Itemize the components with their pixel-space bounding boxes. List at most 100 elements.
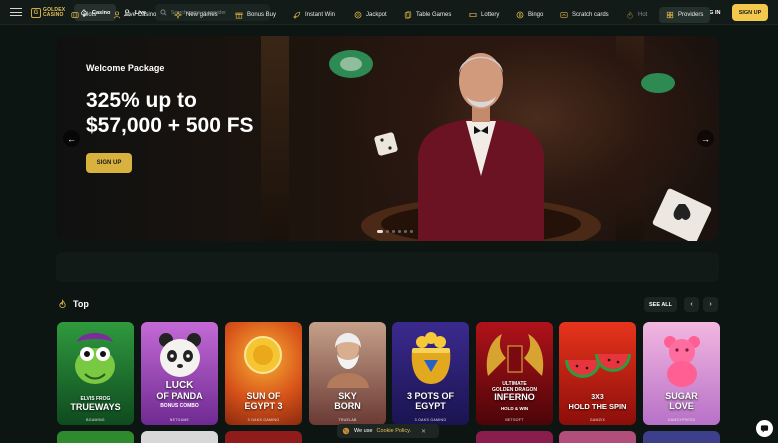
logo-mark-icon: G (31, 7, 41, 18)
game-card-peek[interactable] (559, 431, 636, 443)
category-lottery[interactable]: Lottery (469, 7, 499, 23)
category-lottery-label: Lottery (481, 12, 500, 18)
game-card[interactable]: SUGAR LOVE GAMEXPRESS (643, 322, 720, 425)
game-card[interactable]: 3 POTS OF EGYPT 3 OAKS GAMING (392, 322, 469, 425)
category-providers[interactable]: Providers (659, 7, 711, 23)
game-card-peek[interactable] (141, 431, 218, 443)
category-hot-label: Hot (638, 12, 648, 18)
new-icon (174, 11, 182, 19)
hero-banner[interactable]: Welcome Package 325% up to $57,000 + 500… (56, 36, 719, 241)
pagination-dot[interactable] (386, 230, 389, 233)
game-card[interactable]: LUCK OF PANDA BONUS COMBO NETGAME (141, 322, 218, 425)
category-new-games[interactable]: New games (174, 7, 218, 23)
hero-prev-arrow-icon[interactable]: ← (63, 130, 80, 147)
hero-welcome-text: Welcome Package (86, 63, 165, 73)
cookie-text: We use (354, 428, 373, 434)
coin-icon (354, 11, 362, 19)
logo[interactable]: G GOLDEX CASINO (31, 6, 65, 19)
watermelon-illustration (565, 354, 631, 378)
close-icon[interactable]: ✕ (421, 428, 426, 435)
dealer-icon (113, 11, 121, 19)
pagination-dot[interactable] (392, 230, 395, 233)
category-slots[interactable]: Slots (71, 7, 96, 23)
game-title-line3: INFERNO (494, 392, 535, 402)
game-card-peek[interactable] (225, 431, 302, 443)
bingo-icon (516, 11, 524, 19)
poker-chip (641, 73, 675, 93)
game-title-line2: LOVE (669, 401, 694, 411)
chevron-left-icon[interactable]: ‹ (684, 297, 699, 312)
pagination-dot[interactable] (398, 230, 401, 233)
category-jackpot[interactable]: Jackpot (354, 7, 387, 23)
game-title-line2: TRUEWAYS (70, 402, 121, 412)
game-studio: 3 OAKS GAMING (414, 418, 447, 422)
frog-illustration (75, 333, 115, 384)
game-card[interactable]: SUN OF EGYPT 3 3 OAKS GAMING (225, 322, 302, 425)
game-card[interactable]: SKY BORN TRUELAB (309, 322, 386, 425)
game-title-line3: BONUS COMBO (160, 403, 199, 409)
category-new-games-label: New games (186, 12, 218, 18)
game-title-line2: EGYPT 3 (244, 401, 283, 411)
hero-next-arrow-icon[interactable]: → (697, 130, 714, 147)
game-title-line2: OF PANDA (156, 391, 203, 401)
logo-text: GOLDEX CASINO (43, 7, 65, 18)
pot-of-gold-illustration (411, 332, 451, 384)
category-scratch-cards[interactable]: Scratch cards (560, 7, 609, 23)
game-card[interactable]: 3X3 HOLD THE SPIN GAMZIX (559, 322, 636, 425)
category-jackpot-label: Jackpot (366, 12, 387, 18)
game-title-line1: 3 POTS OF (406, 391, 454, 401)
dragon-illustration (486, 334, 544, 376)
slot-icon (71, 12, 79, 18)
game-title-line4: HOLD & WIN (500, 406, 529, 411)
search-icon (160, 9, 167, 16)
game-card-peek[interactable] (57, 431, 134, 443)
cookie-policy-link[interactable]: Cookie Policy. (377, 428, 411, 434)
game-card-peek[interactable] (476, 431, 553, 443)
game-studio: GAMZIX (589, 418, 606, 422)
rocket-icon (293, 11, 301, 19)
see-all-button[interactable]: SEE ALL (644, 297, 677, 312)
game-title-line1: SKY (338, 391, 357, 401)
game-studio: GAMEXPRESS (667, 418, 696, 422)
hero-headline: 325% up to $57,000 + 500 FS (86, 88, 346, 138)
hamburger-menu-icon[interactable] (9, 6, 23, 18)
category-providers-label: Providers (678, 12, 704, 18)
chevron-right-icon[interactable]: › (703, 297, 718, 312)
logo-text-line2: CASINO (43, 11, 64, 18)
game-studio: 3 OAKS GAMING (247, 418, 280, 422)
game-card[interactable]: ULTIMATE GOLDEN DRAGON INFERNO HOLD & WI… (476, 322, 553, 425)
pagination-dot[interactable] (377, 230, 383, 233)
grid-icon (666, 11, 674, 19)
game-card[interactable]: ELVIS FROG TRUEWAYS BGAMING (57, 322, 134, 425)
hero-illustration (329, 50, 712, 241)
category-table-games-label: Table Games (416, 12, 452, 18)
category-hot[interactable]: Hot (626, 7, 647, 23)
game-title-line1: LUCK (165, 380, 194, 391)
category-slots-label: Slots (83, 12, 97, 18)
cookie-icon (342, 427, 350, 435)
category-live-casino[interactable]: Live Casino (113, 7, 156, 23)
game-card-peek[interactable] (643, 431, 720, 443)
hero-signup-button[interactable]: SIGN UP (86, 153, 132, 173)
pagination-dot[interactable] (410, 230, 413, 233)
category-live-casino-label: Live Casino (125, 12, 157, 18)
dice-pip (388, 146, 392, 150)
game-title-line1: SUGAR (665, 391, 698, 401)
category-bingo-label: Bingo (528, 12, 544, 18)
category-instant-win[interactable]: Instant Win (293, 7, 335, 23)
category-bonus-buy[interactable]: Bonus Buy (235, 7, 276, 23)
ticket-icon (469, 13, 477, 17)
category-bingo[interactable]: Bingo (516, 7, 543, 23)
signup-button[interactable]: SIGN UP (732, 4, 768, 21)
scratch-icon (560, 12, 568, 18)
game-title-line2: EGYPT (415, 401, 446, 411)
category-table-games[interactable]: Table Games (404, 7, 451, 23)
game-studio: TRUELAB (338, 418, 357, 422)
gummy-bear-illustration (664, 336, 700, 387)
hero-pagination (377, 230, 413, 233)
game-title-line2: HOLD THE SPIN (568, 402, 627, 411)
poker-chip-center (340, 57, 362, 71)
chat-button[interactable] (756, 420, 773, 437)
pagination-dot[interactable] (404, 230, 407, 233)
flame-icon (59, 299, 66, 309)
